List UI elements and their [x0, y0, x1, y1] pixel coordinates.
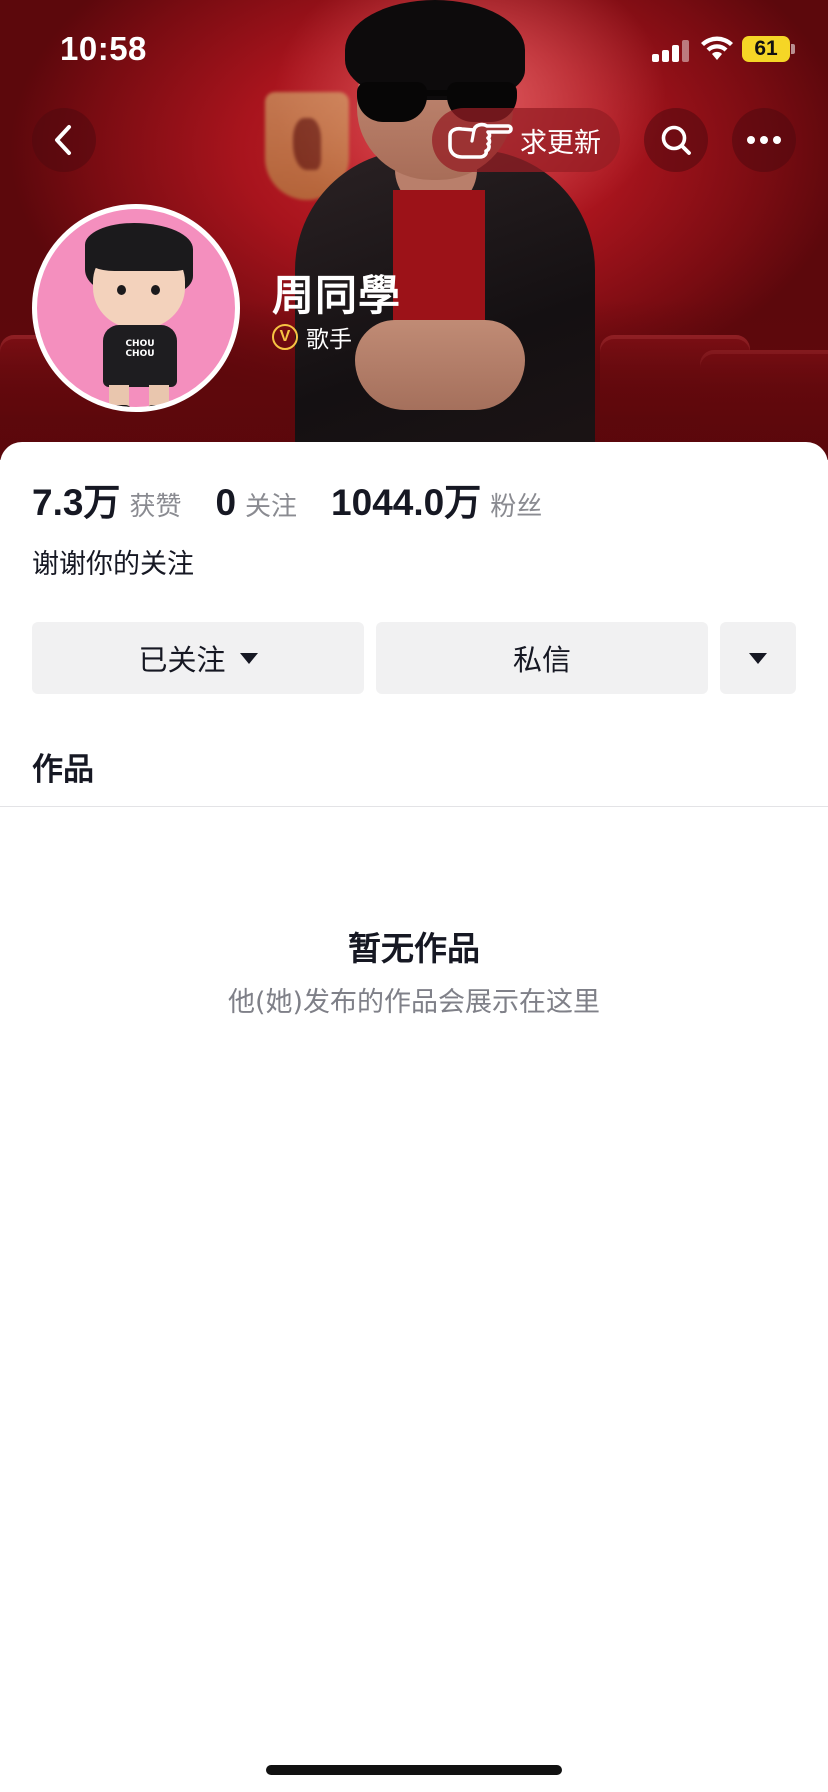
stat-followers-value: 1044.0万 [331, 482, 482, 523]
tab-works[interactable]: 作品 [32, 744, 94, 789]
wifi-icon [701, 36, 733, 60]
pointing-hand-icon [448, 122, 513, 159]
search-button[interactable] [644, 108, 708, 172]
battery-icon: 61 [742, 36, 795, 62]
profile-sheet: 7.3万 获赞 0 关注 1044.0万 粉丝 谢谢你的关注 已关注 私信 作品… [0, 442, 828, 1792]
request-update-label: 求更新 [520, 127, 601, 159]
home-indicator[interactable] [266, 1765, 562, 1775]
profile-bio: 谢谢你的关注 [32, 549, 194, 580]
stat-following-value: 0 [215, 482, 237, 523]
caret-down-icon [749, 652, 767, 664]
cellular-signal-icon [652, 38, 690, 62]
search-icon [661, 125, 691, 155]
empty-state-subtitle: 他(她)发布的作品会展示在这里 [227, 987, 601, 1018]
caret-down-icon [239, 652, 258, 664]
status-time: 10:58 [60, 30, 147, 67]
recommend-toggle-button[interactable] [720, 622, 796, 694]
verified-role: 歌手 [306, 327, 352, 353]
verified-icon: V [272, 324, 298, 350]
status-bar: 10:58 61 [0, 0, 828, 100]
empty-state-title: 暂无作品 [348, 929, 480, 968]
profile-page: 10:58 61 求更新 CHOU CHOU 周同學 V 歌手 7.3万 获赞 … [0, 0, 828, 1792]
tab-divider [0, 806, 828, 807]
followed-label: 已关注 [138, 643, 226, 677]
chevron-left-icon [55, 125, 71, 155]
avatar[interactable]: CHOU CHOU [32, 204, 240, 412]
more-button[interactable] [732, 108, 796, 172]
more-dots-icon [747, 136, 781, 144]
stat-followers[interactable]: 1044.0万 粉丝 [331, 472, 542, 526]
verified-badge-row: V 歌手 [272, 320, 352, 354]
profile-stats: 7.3万 获赞 0 关注 1044.0万 粉丝 [32, 472, 576, 526]
request-update-button[interactable]: 求更新 [432, 108, 620, 172]
stat-likes-value: 7.3万 [32, 482, 121, 523]
profile-name: 周同學 [272, 271, 402, 320]
stat-following-label: 关注 [245, 492, 298, 522]
avatar-shirt-text: CHOU CHOU [125, 339, 155, 359]
stat-likes-label: 获赞 [129, 492, 182, 522]
stat-followers-label: 粉丝 [490, 492, 543, 522]
back-button[interactable] [32, 108, 96, 172]
message-label: 私信 [512, 643, 571, 677]
message-button[interactable]: 私信 [376, 622, 708, 694]
battery-level: 61 [754, 37, 778, 60]
stat-likes: 7.3万 获赞 [32, 472, 181, 526]
followed-button[interactable]: 已关注 [32, 622, 364, 694]
stat-following[interactable]: 0 关注 [215, 482, 297, 524]
